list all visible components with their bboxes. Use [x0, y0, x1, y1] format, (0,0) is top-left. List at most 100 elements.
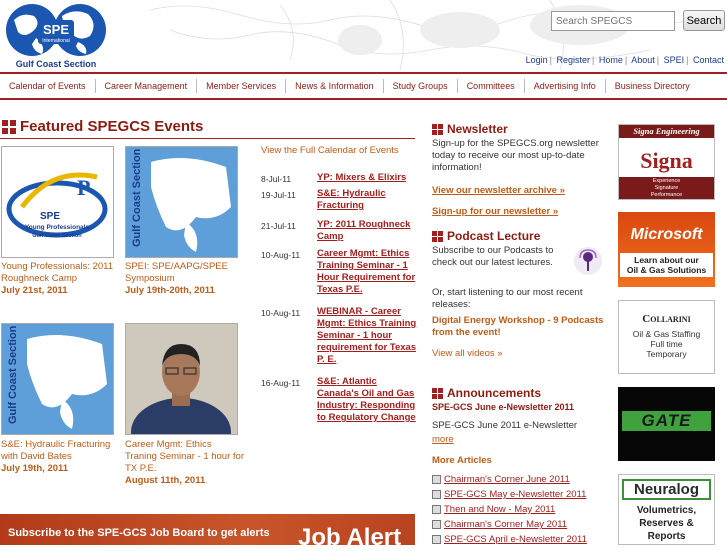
banner-big-text: Job Alert: [298, 524, 402, 551]
svg-text:International: International: [42, 38, 70, 44]
top-links: Login | Register | Home | About | SPEI | Cont…: [525, 55, 724, 65]
event-title[interactable]: S&E: Hydraulic Fracturing with David Bat…: [1, 439, 110, 462]
ad-collarini[interactable]: Collarini Oil & Gas Staffing Full time T…: [618, 300, 715, 374]
nav-calendar-of-events[interactable]: Calendar of Events: [0, 79, 96, 93]
article-link[interactable]: SPE-GCS May e-Newsletter 2011: [432, 489, 586, 500]
more-articles-link[interactable]: More Articles: [432, 455, 492, 467]
login-link[interactable]: Login: [526, 55, 548, 65]
newsletter-text: Sign-up for the SPEGCS.org newsletter to…: [432, 138, 599, 173]
newsletter-title: Newsletter: [447, 122, 508, 136]
spei-link[interactable]: SPEI: [664, 55, 685, 65]
event-caption-hydraulic-fracturing[interactable]: S&E: Hydraulic Fracturing with David Bat…: [1, 439, 116, 475]
svg-text:SPE: SPE: [40, 211, 60, 222]
register-link[interactable]: Register: [556, 55, 590, 65]
article-title[interactable]: SPE-GCS April e-Newsletter 2011: [444, 534, 587, 545]
event-date: July 21st, 2011: [1, 285, 68, 296]
event-thumb-hydraulic-fracturing[interactable]: Gulf Coast Section: [1, 323, 114, 435]
event-title[interactable]: Young Professionals: 2011 Roughneck Camp: [1, 261, 113, 284]
ad-signa-engineering[interactable]: Signa Engineering Signa Experience Signa…: [618, 124, 715, 200]
calendar-event-link[interactable]: S&E: Hydraulic Fracturing: [317, 188, 417, 212]
nav-study-groups[interactable]: Study Groups: [384, 79, 458, 93]
calendar-date: 10-Aug-11: [261, 250, 301, 260]
announcement-headline[interactable]: SPE-GCS June e-Newsletter 2011: [432, 402, 574, 412]
article-title[interactable]: Chairman's Corner June 2011: [444, 474, 570, 485]
article-link[interactable]: SPE-GCS April e-Newsletter 2011: [432, 534, 587, 545]
newsletter-archive-link[interactable]: View our newsletter archive »: [432, 185, 565, 197]
event-thumb-spei-symposium[interactable]: Gulf Coast Section: [125, 146, 238, 258]
section-squares-icon: [2, 119, 16, 134]
podcast-workshop-link[interactable]: Digital Energy Workshop - 9 Podcasts fro…: [432, 315, 612, 339]
newsletter-signup-link[interactable]: Sign-up for our newsletter »: [432, 206, 558, 218]
calendar-date: 21-Jul-11: [261, 221, 296, 231]
view-all-videos-link[interactable]: View all videos »: [432, 348, 503, 360]
calendar-row: 21-Jul-11 YP: 2011 Roughneck Camp: [261, 219, 416, 247]
view-full-calendar-link[interactable]: View the Full Calendar of Events: [261, 145, 399, 156]
article-icon: [432, 475, 441, 484]
home-link[interactable]: Home: [599, 55, 623, 65]
event-thumb-ethics-seminar[interactable]: [125, 323, 238, 435]
article-title[interactable]: Chairman's Corner May 2011: [444, 519, 567, 530]
article-title[interactable]: Then and Now - May 2011: [444, 504, 555, 515]
event-caption-young-professionals[interactable]: Young Professionals: 2011 Roughneck Camp…: [1, 261, 116, 297]
ad-neuralog[interactable]: Neuralog Volumetrics, Reserves & Reports: [618, 474, 715, 545]
ad-collarini-line-2: Full time: [650, 339, 683, 349]
job-board-banner[interactable]: Subscribe to the SPE-GCS Job Board to ge…: [0, 514, 415, 550]
event-title[interactable]: Career Mgmt: Ethics Traning Seminar - 1 …: [125, 439, 244, 474]
event-caption-spei-symposium[interactable]: SPEI: SPE/AAPG/SPEE Symposium July 19th-2…: [125, 261, 245, 297]
announcement-text: SPE-GCS June 2011 e-Newsletter: [432, 420, 578, 431]
calendar-event-link[interactable]: S&E: Atlantic Canada's Oil and Gas Indus…: [317, 376, 417, 424]
nav-committees[interactable]: Committees: [458, 79, 525, 93]
ad-signa-tag-1: Experience: [652, 178, 681, 184]
ad-microsoft-line-1: Learn about our: [634, 255, 699, 265]
svg-text:P: P: [77, 175, 90, 200]
svg-text:SPE: SPE: [43, 22, 69, 37]
article-link[interactable]: Chairman's Corner June 2011: [432, 474, 570, 485]
nav-news-information[interactable]: News & Information: [286, 79, 384, 93]
ad-microsoft[interactable]: Microsoft Learn about our Oil & Gas Solu…: [618, 212, 715, 287]
event-date: August 11th, 2011: [125, 475, 206, 486]
search-button[interactable]: Search: [683, 10, 725, 31]
calendar-event-link[interactable]: YP: 2011 Roughneck Camp: [317, 219, 417, 243]
podcast-title: Podcast Lecture: [447, 229, 541, 243]
ad-gate[interactable]: GATE: [618, 387, 715, 461]
ad-signa-top: Signa Engineering: [619, 125, 714, 138]
ad-microsoft-text: Learn about our Oil & Gas Solutions: [620, 253, 713, 277]
svg-text:Gulf Coast Section: Gulf Coast Section: [7, 325, 19, 424]
calendar-date: 19-Jul-11: [261, 190, 296, 200]
nav-member-services[interactable]: Member Services: [197, 79, 287, 93]
svg-text:Young Professionals: Young Professionals: [25, 224, 90, 231]
contact-link[interactable]: Contact: [693, 55, 724, 65]
nav-business-directory[interactable]: Business Directory: [606, 79, 699, 93]
ad-microsoft-logo: Microsoft: [630, 226, 703, 243]
ad-signa-tagline: Experience Signature Performance: [619, 177, 714, 199]
article-icon: [432, 535, 441, 544]
event-caption-ethics-seminar[interactable]: Career Mgmt: Ethics Traning Seminar - 1 …: [125, 439, 245, 487]
logo-caption: Gulf Coast Section: [15, 59, 97, 69]
event-title[interactable]: SPEI: SPE/AAPG/SPEE Symposium: [125, 261, 228, 284]
ad-neuralog-line-1: Volumetrics,: [636, 505, 697, 516]
announcements-title: Announcements: [447, 386, 542, 400]
event-thumb-young-professionals[interactable]: P SPE Young Professionals Gulf Coast Sec…: [1, 146, 114, 258]
calendar-event-link[interactable]: YP: Mixers & Elixirs: [317, 172, 417, 184]
nav-advertising-info[interactable]: Advertising Info: [525, 79, 606, 93]
calendar-event-link[interactable]: Career Mgmt: Ethics Training Seminar - 1…: [317, 248, 417, 296]
podcast-text: Subscribe to our Podcasts to check out o…: [432, 245, 554, 268]
ad-collarini-logo: Collarini: [642, 313, 691, 325]
article-link[interactable]: Then and Now - May 2011: [432, 504, 555, 515]
announcement-more-link[interactable]: more: [432, 434, 454, 446]
podcast-icon[interactable]: [573, 246, 603, 276]
featured-events-heading: Featured SPEGCS Events: [2, 118, 203, 135]
nav-career-management[interactable]: Career Management: [96, 79, 198, 93]
ad-neuralog-logo: Neuralog: [622, 479, 711, 500]
article-icon: [432, 490, 441, 499]
event-date: July 19th, 2011: [1, 463, 69, 474]
search-input[interactable]: [551, 11, 675, 31]
banner-text: Subscribe to the SPE-GCS Job Board to ge…: [8, 527, 270, 539]
calendar-event-link[interactable]: WEBINAR - Career Mgmt: Ethics Training S…: [317, 306, 417, 366]
ad-collarini-line-3: Temporary: [646, 349, 687, 359]
announcements-heading: Announcements: [432, 386, 541, 400]
article-link[interactable]: Chairman's Corner May 2011: [432, 519, 567, 530]
globe-logo-icon: SPE International: [6, 4, 106, 56]
article-title[interactable]: SPE-GCS May e-Newsletter 2011: [444, 489, 586, 500]
about-link[interactable]: About: [631, 55, 655, 65]
